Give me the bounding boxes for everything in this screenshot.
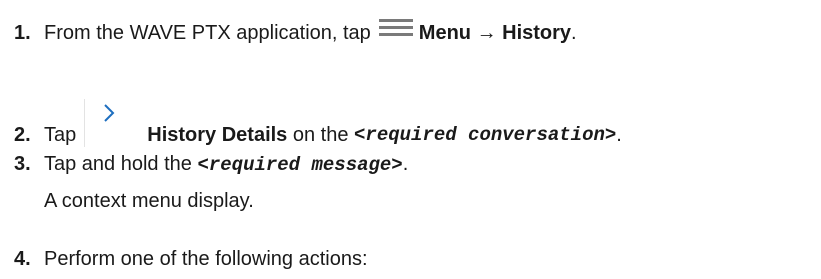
step-text: Tap and hold the [44,153,198,175]
chevron-right-icon [84,99,137,147]
message-placeholder: <required message> [197,153,403,176]
step-text-mid: on the [287,123,355,146]
step-number: 1. [14,22,31,44]
step-1: 1. From the WAVE PTX application, tap Me… [14,18,577,45]
step-punctuation: . [616,123,622,146]
hamburger-menu-icon [378,18,413,37]
step-text: Perform one of the following actions: [44,248,368,270]
conversation-placeholder: <required conversation> [354,124,617,146]
menu-path: Menu → History [418,22,572,44]
step-3: 3. Tap and hold the <required message> . [14,153,408,176]
step-number: 2. [14,123,31,146]
step-punctuation: . [571,22,577,44]
step-text: Tap [44,123,77,146]
step-2: 2. Tap History Details on the <required … [14,99,622,159]
history-details-label: History Details [147,123,288,146]
step-4: 4. Perform one of the following actions: [14,248,368,271]
step-3-result: A context menu display. [44,190,254,212]
step-text: From the WAVE PTX application, tap [44,22,371,44]
step-number: 3. [14,153,31,175]
step-punctuation: . [402,153,409,175]
step-number: 4. [14,248,31,270]
